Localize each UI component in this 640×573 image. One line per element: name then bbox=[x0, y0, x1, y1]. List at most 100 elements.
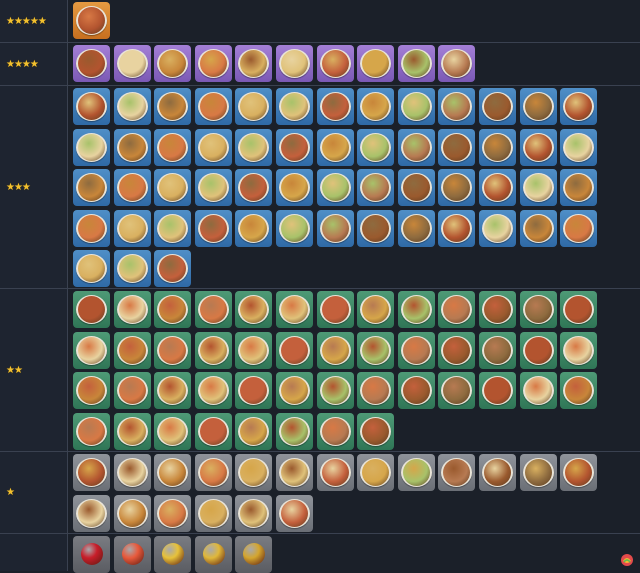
dish-tile[interactable] bbox=[276, 291, 313, 328]
dish-tile[interactable] bbox=[438, 88, 476, 125]
dish-tile[interactable] bbox=[235, 494, 273, 532]
dish-tile[interactable] bbox=[235, 412, 273, 450]
dish-tile[interactable] bbox=[235, 128, 273, 166]
dish-tile[interactable] bbox=[479, 128, 516, 166]
dish-tile[interactable] bbox=[194, 454, 232, 491]
dish-tile[interactable] bbox=[479, 169, 516, 206]
dish-tile[interactable] bbox=[397, 331, 435, 369]
dish-tile[interactable] bbox=[194, 169, 232, 206]
dish-tile[interactable] bbox=[397, 209, 435, 247]
dish-tile[interactable] bbox=[316, 45, 354, 82]
dish-tile[interactable] bbox=[560, 128, 598, 166]
dish-tile[interactable] bbox=[438, 169, 476, 206]
dish-tile[interactable] bbox=[397, 128, 435, 166]
dish-tile[interactable] bbox=[316, 209, 354, 247]
dish-tile[interactable] bbox=[357, 454, 395, 491]
dish-tile[interactable] bbox=[397, 372, 435, 409]
dish-tile[interactable] bbox=[73, 291, 110, 328]
dish-tile[interactable] bbox=[519, 291, 557, 328]
dish-tile[interactable] bbox=[73, 412, 110, 450]
dish-tile[interactable] bbox=[154, 250, 192, 287]
dish-tile[interactable] bbox=[194, 412, 232, 450]
dish-tile[interactable] bbox=[357, 372, 395, 409]
dish-tile[interactable] bbox=[276, 209, 313, 247]
dish-tile[interactable] bbox=[560, 209, 598, 247]
dish-tile[interactable] bbox=[73, 2, 110, 39]
dish-tile[interactable] bbox=[479, 291, 516, 328]
dish-tile[interactable] bbox=[154, 209, 192, 247]
dish-tile[interactable] bbox=[113, 331, 151, 369]
dish-tile[interactable] bbox=[560, 372, 598, 409]
dish-tile[interactable] bbox=[235, 372, 273, 409]
dish-tile[interactable] bbox=[194, 291, 232, 328]
dish-tile[interactable] bbox=[316, 88, 354, 125]
dish-tile[interactable] bbox=[316, 331, 354, 369]
dish-tile[interactable] bbox=[113, 291, 151, 328]
dish-tile[interactable] bbox=[357, 45, 395, 82]
dish-tile[interactable] bbox=[479, 209, 516, 247]
dish-tile[interactable] bbox=[154, 412, 192, 450]
dish-tile[interactable] bbox=[276, 454, 313, 491]
dish-tile[interactable] bbox=[73, 536, 110, 573]
dish-tile[interactable] bbox=[194, 494, 232, 532]
dish-tile[interactable] bbox=[519, 128, 557, 166]
dish-tile[interactable] bbox=[154, 88, 192, 125]
dish-tile[interactable] bbox=[438, 291, 476, 328]
dish-tile[interactable] bbox=[113, 372, 151, 409]
dish-tile[interactable] bbox=[316, 291, 354, 328]
dish-tile[interactable] bbox=[519, 209, 557, 247]
dish-tile[interactable] bbox=[479, 372, 516, 409]
dish-tile[interactable] bbox=[113, 454, 151, 491]
dish-tile[interactable] bbox=[316, 454, 354, 491]
dish-tile[interactable] bbox=[113, 536, 151, 573]
dish-tile[interactable] bbox=[519, 88, 557, 125]
dish-tile[interactable] bbox=[73, 45, 110, 82]
dish-tile[interactable] bbox=[560, 291, 598, 328]
dish-tile[interactable] bbox=[276, 331, 313, 369]
dish-tile[interactable] bbox=[73, 454, 110, 491]
dish-tile[interactable] bbox=[479, 88, 516, 125]
dish-tile[interactable] bbox=[235, 291, 273, 328]
dish-tile[interactable] bbox=[194, 128, 232, 166]
dish-tile[interactable] bbox=[73, 250, 110, 287]
dish-tile[interactable] bbox=[560, 454, 598, 491]
dish-tile[interactable] bbox=[357, 128, 395, 166]
dish-tile[interactable] bbox=[73, 128, 110, 166]
dish-tile[interactable] bbox=[316, 128, 354, 166]
dish-tile[interactable] bbox=[357, 169, 395, 206]
dish-tile[interactable] bbox=[397, 88, 435, 125]
dish-tile[interactable] bbox=[397, 169, 435, 206]
dish-tile[interactable] bbox=[235, 169, 273, 206]
dish-tile[interactable] bbox=[397, 45, 435, 82]
dish-tile[interactable] bbox=[438, 128, 476, 166]
dish-tile[interactable] bbox=[276, 45, 313, 82]
dish-tile[interactable] bbox=[316, 412, 354, 450]
dish-tile[interactable] bbox=[194, 45, 232, 82]
dish-tile[interactable] bbox=[113, 209, 151, 247]
dish-tile[interactable] bbox=[316, 372, 354, 409]
dish-tile[interactable] bbox=[276, 494, 313, 532]
dish-tile[interactable] bbox=[194, 372, 232, 409]
dish-tile[interactable] bbox=[316, 169, 354, 206]
dish-tile[interactable] bbox=[276, 88, 313, 125]
dish-tile[interactable] bbox=[560, 169, 598, 206]
dish-tile[interactable] bbox=[438, 45, 476, 82]
dish-tile[interactable] bbox=[276, 372, 313, 409]
dish-tile[interactable] bbox=[154, 494, 192, 532]
dish-tile[interactable] bbox=[357, 209, 395, 247]
dish-tile[interactable] bbox=[194, 536, 232, 573]
dish-tile[interactable] bbox=[194, 88, 232, 125]
dish-tile[interactable] bbox=[397, 291, 435, 328]
dish-tile[interactable] bbox=[235, 88, 273, 125]
dish-tile[interactable] bbox=[519, 454, 557, 491]
dish-tile[interactable] bbox=[73, 88, 110, 125]
dish-tile[interactable] bbox=[113, 88, 151, 125]
dish-tile[interactable] bbox=[519, 169, 557, 206]
dish-tile[interactable] bbox=[438, 331, 476, 369]
dish-tile[interactable] bbox=[194, 209, 232, 247]
dish-tile[interactable] bbox=[113, 494, 151, 532]
dish-tile[interactable] bbox=[73, 372, 110, 409]
dish-tile[interactable] bbox=[154, 128, 192, 166]
dish-tile[interactable] bbox=[438, 372, 476, 409]
dish-tile[interactable] bbox=[154, 454, 192, 491]
